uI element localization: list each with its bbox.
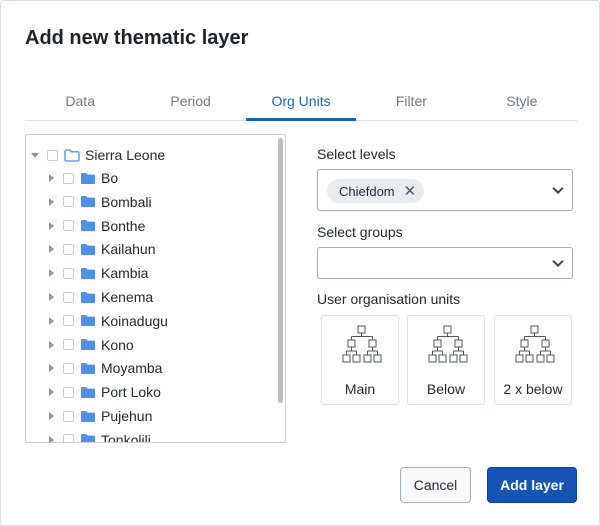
- tree-node-label: Kenema: [101, 289, 154, 305]
- tree-node[interactable]: Bonthe: [46, 215, 145, 237]
- select-groups-dropdown[interactable]: [317, 247, 573, 279]
- tab-org-units[interactable]: Org Units: [245, 87, 357, 121]
- folder-icon: [81, 291, 95, 303]
- user-org-unit-2x-below-label: 2 x below: [503, 381, 563, 397]
- tree-node-checkbox[interactable]: [63, 386, 74, 398]
- caret-right-icon[interactable]: [46, 173, 56, 183]
- org-hierarchy-icon: [342, 325, 382, 363]
- folder-icon: [81, 386, 95, 398]
- tree-node-label: Pujehun: [101, 408, 153, 424]
- folder-icon: [81, 172, 95, 184]
- tree-node-label: Bonthe: [101, 217, 146, 234]
- tree-node-checkbox[interactable]: [63, 172, 74, 184]
- caret-right-icon[interactable]: [46, 387, 56, 397]
- user-org-units-label: User organisation units: [317, 291, 461, 307]
- tree-root-label: Sierra Leone: [85, 147, 166, 163]
- select-groups-label: Select groups: [317, 224, 403, 240]
- tree-node-checkbox[interactable]: [63, 220, 74, 232]
- tree-node[interactable]: Kono: [46, 334, 134, 356]
- folder-icon: [81, 267, 95, 279]
- caret-right-icon[interactable]: [46, 221, 56, 231]
- tree-node-label: Moyamba: [101, 360, 163, 377]
- remove-chip-icon[interactable]: ✕: [404, 184, 417, 199]
- caret-right-icon[interactable]: [46, 268, 56, 278]
- user-org-unit-below[interactable]: Below: [407, 315, 485, 405]
- tree-node-label: Bombali: [101, 193, 152, 210]
- tree-node[interactable]: Tonkolili: [46, 429, 151, 443]
- caret-right-icon[interactable]: [46, 435, 56, 442]
- tree-node-checkbox[interactable]: [63, 434, 74, 442]
- folder-icon: [81, 410, 95, 422]
- tab-period[interactable]: Period: [135, 87, 245, 120]
- tree-node-checkbox[interactable]: [63, 291, 74, 303]
- tab-data[interactable]: Data: [25, 87, 135, 120]
- tree-node-checkbox[interactable]: [63, 362, 74, 374]
- add-thematic-layer-dialog: Add new thematic layer Data Period Org U…: [0, 0, 600, 526]
- caret-right-icon[interactable]: [46, 292, 56, 302]
- tree-node-label: Tonkolili: [101, 431, 151, 443]
- dialog-title: Add new thematic layer: [25, 27, 249, 49]
- org-hierarchy-icon: [515, 325, 555, 363]
- tree-node[interactable]: Pujehun: [46, 405, 152, 427]
- folder-icon: [81, 196, 95, 208]
- tree-node-label: Kailahun: [101, 241, 156, 258]
- tree-node[interactable]: Koinadugu: [46, 310, 168, 332]
- tree-node[interactable]: Kailahun: [46, 238, 156, 260]
- chevron-down-icon[interactable]: [552, 182, 564, 195]
- caret-right-icon[interactable]: [46, 363, 56, 373]
- tab-style[interactable]: Style: [467, 87, 577, 120]
- tree-root-checkbox[interactable]: [47, 149, 58, 161]
- folder-icon: [81, 434, 95, 442]
- tree-node-checkbox[interactable]: [63, 315, 74, 327]
- tree-node[interactable]: Kenema: [46, 286, 153, 308]
- tab-bar: Data Period Org Units Filter Style: [25, 87, 577, 121]
- folder-icon: [81, 362, 95, 374]
- select-levels-dropdown[interactable]: Chiefdom ✕: [317, 169, 573, 211]
- caret-right-icon[interactable]: [46, 197, 56, 207]
- folder-icon: [81, 315, 95, 327]
- cancel-button[interactable]: Cancel: [400, 467, 471, 503]
- tree-node[interactable]: Bo: [46, 167, 118, 189]
- tree-node-label: Port Loko: [101, 384, 161, 401]
- user-org-unit-main-label: Main: [344, 381, 376, 397]
- tree-node-checkbox[interactable]: [63, 243, 74, 255]
- add-layer-button[interactable]: Add layer: [487, 467, 577, 503]
- folder-icon: [81, 243, 95, 255]
- tree-node-checkbox[interactable]: [63, 339, 74, 351]
- tab-filter[interactable]: Filter: [356, 87, 466, 120]
- tree-node-label: Kono: [101, 336, 134, 353]
- user-org-unit-main[interactable]: Main: [321, 315, 399, 405]
- folder-icon: [81, 220, 95, 232]
- caret-right-icon[interactable]: [46, 340, 56, 350]
- tree-node[interactable]: Port Loko: [46, 381, 161, 403]
- chevron-down-icon[interactable]: [552, 255, 564, 268]
- org-unit-tree[interactable]: Sierra Leone Bo Bombali Bonthe Kailahun Kamb…: [25, 134, 286, 443]
- select-levels-label: Select levels: [317, 146, 396, 162]
- user-org-unit-below-label: Below: [426, 381, 466, 397]
- tree-node-label: Kambia: [101, 265, 149, 282]
- tree-node[interactable]: Bombali: [46, 191, 152, 213]
- tree-node[interactable]: Kambia: [46, 262, 148, 284]
- caret-down-icon[interactable]: [30, 150, 40, 160]
- tree-node-label: Koinadugu: [101, 312, 168, 329]
- tree-node-checkbox[interactable]: [63, 196, 74, 208]
- tree-node-checkbox[interactable]: [63, 410, 74, 422]
- org-hierarchy-icon: [428, 325, 468, 363]
- tree-node[interactable]: Moyamba: [46, 357, 162, 379]
- folder-icon: [81, 339, 95, 351]
- level-chip-label: Chiefdom: [339, 183, 395, 199]
- tree-node-label: Bo: [101, 170, 119, 186]
- caret-right-icon[interactable]: [46, 411, 56, 421]
- tree-scrollbar[interactable]: [278, 138, 283, 403]
- caret-right-icon[interactable]: [46, 316, 56, 326]
- tree-node-checkbox[interactable]: [63, 267, 74, 279]
- level-chip: Chiefdom ✕: [327, 179, 425, 203]
- folder-outline-icon: [64, 148, 80, 162]
- tree-root-node[interactable]: Sierra Leone: [30, 144, 165, 166]
- caret-right-icon[interactable]: [46, 244, 56, 254]
- user-org-unit-2x-below[interactable]: 2 x below: [494, 315, 572, 405]
